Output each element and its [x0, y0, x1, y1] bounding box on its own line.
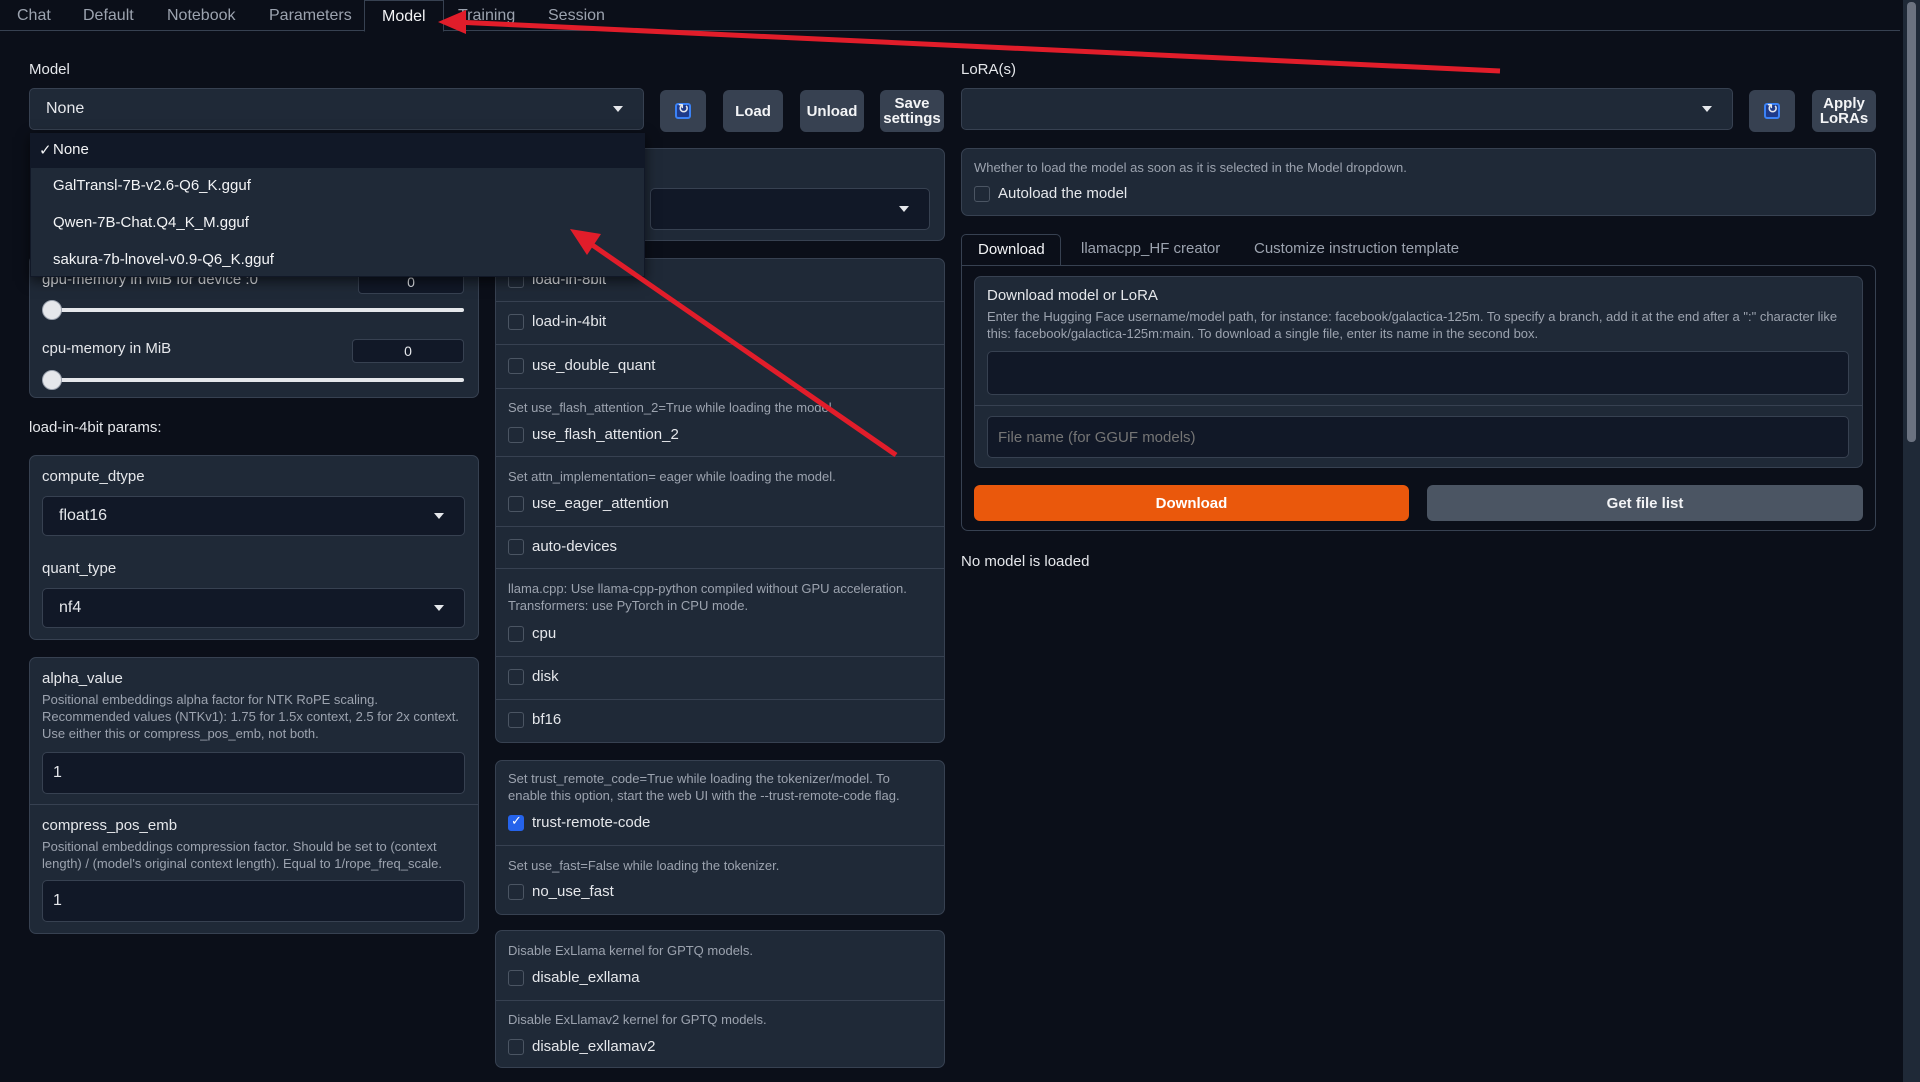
- arrow-head-icon: [438, 10, 466, 34]
- annotation-arrow-to-model-tab: [454, 19, 1501, 74]
- annotation-arrow-to-dropdown: [586, 239, 898, 458]
- arrow-head-icon: [570, 229, 601, 255]
- annotation-arrows: [438, 10, 1501, 458]
- scrollbar-thumb[interactable]: [1907, 2, 1916, 442]
